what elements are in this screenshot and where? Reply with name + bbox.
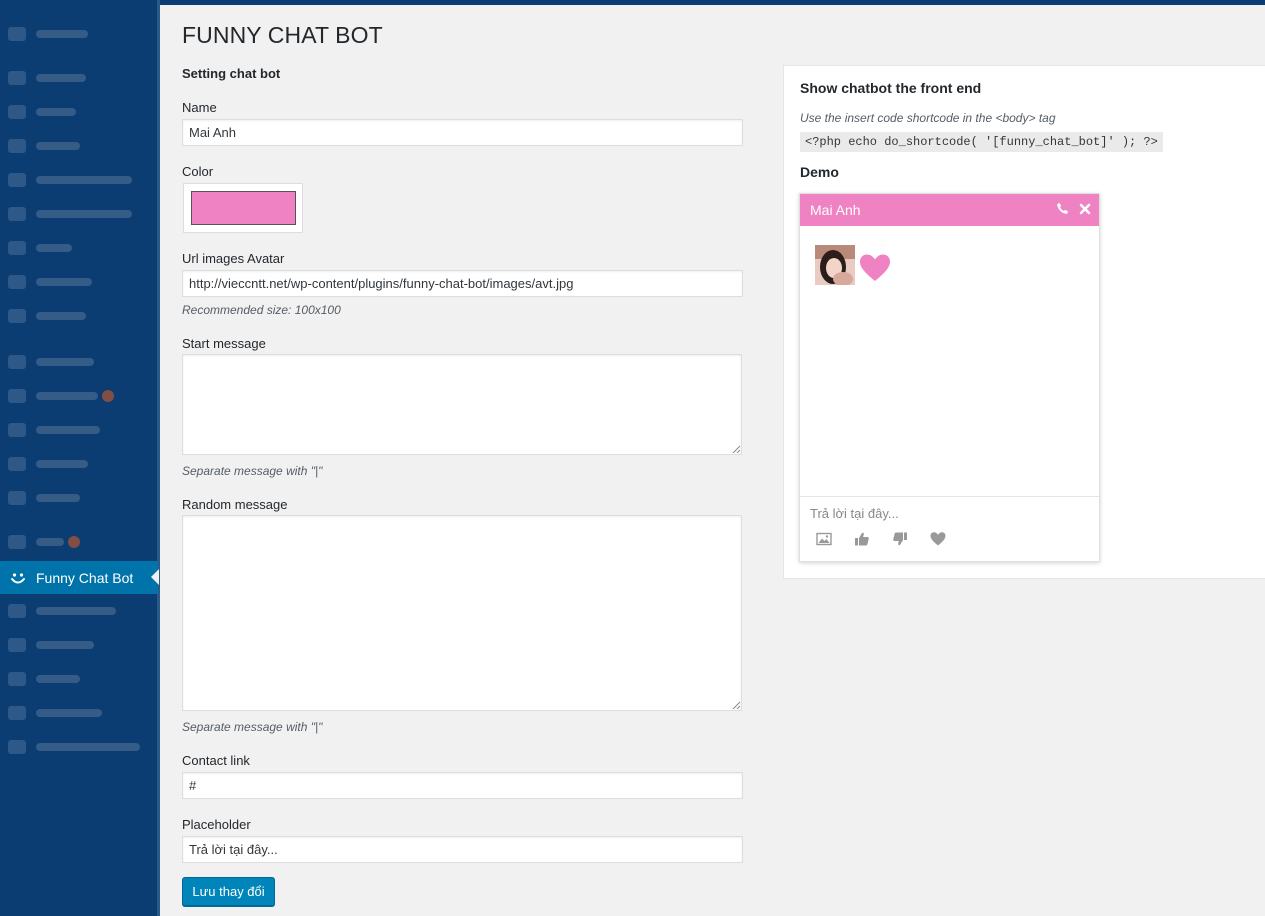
thumbs-down-icon[interactable] [892, 531, 908, 547]
chat-header: Mai Anh [800, 194, 1099, 226]
frontend-panel: Show chatbot the front end Use the inser… [783, 65, 1265, 579]
optimize-icon [8, 604, 26, 618]
placeholder-field[interactable]: Trả lời tại đây... [182, 836, 743, 863]
page-title: FUNNY CHAT BOT [182, 22, 383, 48]
sidebar-item-general[interactable] [0, 662, 158, 696]
random-message-hint: Separate message with "|" [182, 720, 323, 734]
smile-icon [8, 568, 28, 588]
plugin-icon [8, 638, 26, 652]
media-icon [8, 105, 26, 119]
sidebar-item-plugin-extra[interactable] [0, 628, 158, 662]
random-message-label: Random message [182, 497, 288, 512]
heart-icon [859, 253, 891, 283]
collapse-icon [8, 740, 26, 754]
contact-link-field[interactable]: # [182, 772, 743, 799]
sidebar-item-subscribe[interactable] [0, 163, 158, 197]
shortcode-snippet[interactable]: <?php echo do_shortcode( '[funny_chat_bo… [800, 132, 1163, 152]
status-icon [8, 706, 26, 720]
builder-icon [8, 207, 26, 221]
sidebar-item-theme[interactable] [0, 231, 158, 265]
sidebar-item-posts[interactable] [0, 61, 158, 95]
chatbot-demo: Mai Anh Trả lời tại đây... [799, 193, 1100, 562]
random-message-textarea[interactable] [182, 515, 742, 711]
sidebar-item-media[interactable] [0, 95, 158, 129]
resize-grip-icon[interactable] [732, 445, 740, 453]
image-icon[interactable] [816, 531, 832, 547]
name-label: Name [182, 100, 217, 115]
avatar-label: Url images Avatar [182, 251, 285, 266]
contact-link-label: Contact link [182, 753, 250, 768]
chat-toolbar [816, 531, 946, 547]
section-title: Setting chat bot [182, 66, 281, 81]
color-picker[interactable] [183, 183, 303, 233]
dashboard-icon [8, 27, 26, 41]
demo-label: Demo [800, 164, 839, 180]
start-message-label: Start message [182, 336, 266, 351]
avatar-hint: Recommended size: 100x100 [182, 303, 341, 317]
sidebar-item-builder[interactable] [0, 197, 158, 231]
bot-avatar [815, 245, 855, 285]
color-swatch[interactable] [191, 191, 296, 225]
chat-divider [800, 496, 1099, 497]
pin-icon [8, 71, 26, 85]
top-strip [160, 0, 1265, 5]
thumbs-up-icon[interactable] [854, 531, 870, 547]
sidebar-active-label: Funny Chat Bot [36, 569, 134, 586]
settings-icon [8, 491, 26, 505]
color-label: Color [182, 164, 214, 179]
save-changes-button[interactable]: Lưu thay đổi [182, 877, 275, 906]
sidebar-item-appearance[interactable] [0, 345, 158, 379]
sidebar-item-optimize[interactable] [0, 594, 158, 628]
sidebar-item-collapse[interactable] [0, 730, 158, 764]
panel-heading: Show chatbot the front end [800, 80, 982, 96]
tag-icon [8, 389, 26, 403]
chat-name: Mai Anh [810, 202, 861, 218]
admin-sidebar: Funny Chat Bot [0, 0, 160, 916]
sidebar-item-contact[interactable] [0, 299, 158, 333]
panel-note: Use the insert code shortcode in the <bo… [800, 111, 1056, 125]
seo-icon [8, 535, 26, 549]
gear-icon [8, 672, 26, 686]
avatar-url-field[interactable]: http://vieccntt.net/wp-content/plugins/f… [182, 270, 743, 297]
placeholder-label: Placeholder [182, 817, 251, 832]
sidebar-item-plugins[interactable] [0, 379, 158, 413]
sidebar-item-dashboard[interactable] [0, 17, 158, 51]
tools-icon [8, 457, 26, 471]
sidebar-item-users[interactable] [0, 413, 158, 447]
phone-icon[interactable] [1056, 202, 1069, 218]
pin-icon [8, 355, 26, 369]
name-field[interactable]: Mai Anh [182, 119, 743, 146]
theme-icon [8, 241, 26, 255]
heart-icon[interactable] [930, 531, 946, 547]
subscribe-icon [8, 173, 26, 187]
active-arrow [151, 569, 159, 585]
sidebar-item-seo[interactable] [0, 525, 158, 559]
widget-icon [8, 275, 26, 289]
start-message-textarea[interactable] [182, 354, 742, 455]
pages-icon [8, 139, 26, 153]
close-icon[interactable] [1079, 202, 1091, 218]
chat-reply-input[interactable]: Trả lời tại đây... [810, 506, 899, 521]
sidebar-item-status[interactable] [0, 696, 158, 730]
sidebar-item-widget[interactable] [0, 265, 158, 299]
start-message-hint: Separate message with "|" [182, 464, 323, 478]
users-icon [8, 423, 26, 437]
sidebar-item-funny-chat-bot[interactable]: Funny Chat Bot [0, 561, 159, 594]
sidebar-item-pages[interactable] [0, 129, 158, 163]
sidebar-item-settings[interactable] [0, 481, 158, 515]
contact-icon [8, 309, 26, 323]
sidebar-item-tools[interactable] [0, 447, 158, 481]
resize-grip-icon[interactable] [732, 701, 740, 709]
